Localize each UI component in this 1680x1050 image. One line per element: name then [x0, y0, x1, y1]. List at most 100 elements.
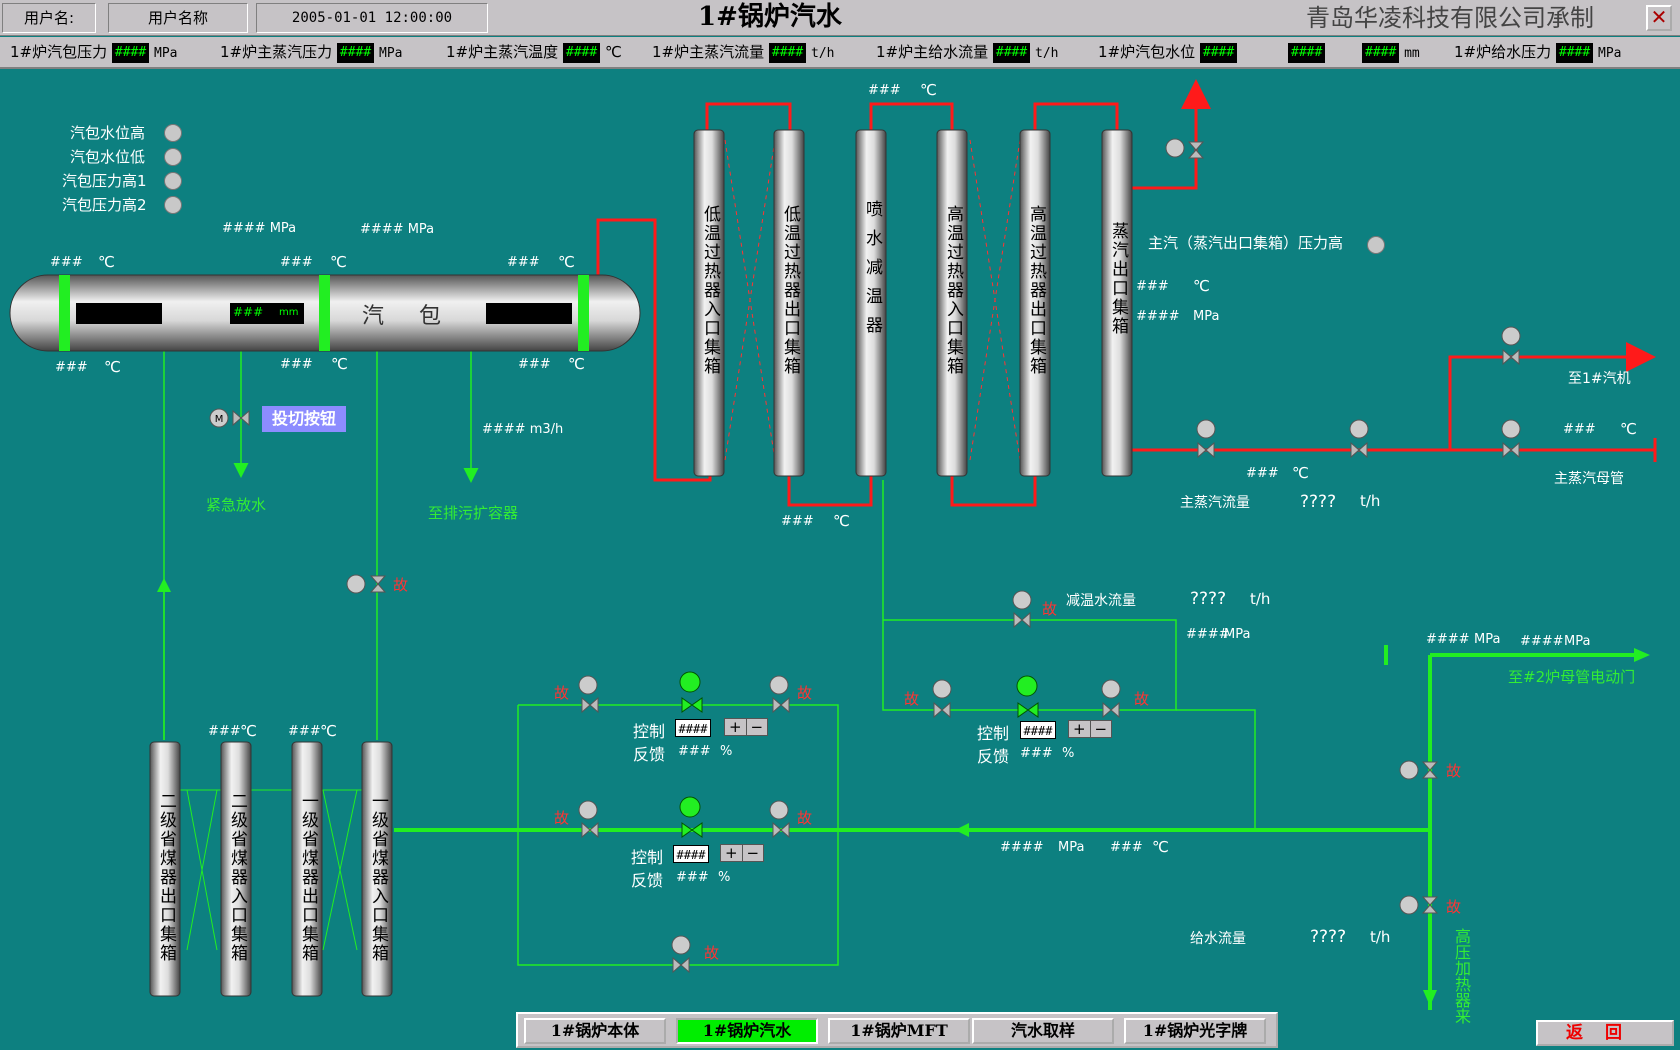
- drum-temp: ###: [507, 255, 540, 270]
- feedback-value: ###: [676, 870, 709, 885]
- degc: ℃: [1292, 464, 1309, 482]
- tab-annunciator[interactable]: 1#锅炉光字牌: [1124, 1018, 1266, 1044]
- degc: ℃: [98, 253, 115, 271]
- tab-mft[interactable]: 1#锅炉MFT: [828, 1018, 970, 1044]
- main-steam-header-label: 主蒸汽母管: [1554, 471, 1624, 487]
- fault-indicator: 故: [554, 809, 570, 827]
- fault-indicator: 故: [797, 684, 813, 702]
- desuper-flow-value: ????: [1190, 589, 1227, 609]
- minus-button[interactable]: −: [1091, 721, 1112, 737]
- reading: ###: [781, 514, 814, 529]
- title-bar: 用户名: 用户名称 2005-01-01 12:00:00 1#锅炉汽水 青岛华…: [0, 0, 1680, 36]
- crossover-pressure: ####: [1426, 632, 1470, 647]
- feedback-value: ###: [1020, 746, 1053, 761]
- fault-indicator: 故: [1446, 762, 1462, 780]
- feedwater-pressure: ####: [1000, 840, 1044, 855]
- databar-item: 1#炉主蒸汽压力 #### MPa: [220, 42, 403, 63]
- databar-item: 1#炉主蒸汽温度 #### ℃: [446, 42, 622, 63]
- fault-indicator: 故: [554, 684, 570, 702]
- column-label: 喷水减温器: [862, 200, 882, 345]
- feedback-label: 反馈: [633, 745, 666, 764]
- alarm-lamp: [164, 124, 182, 142]
- back-button[interactable]: 返回: [1536, 1020, 1674, 1046]
- plus-button[interactable]: +: [721, 845, 743, 861]
- crossover-pressure: ####: [1520, 634, 1564, 649]
- main-steam-alarm-lamp: [1367, 236, 1385, 254]
- alarm-label: 汽包水位高: [70, 124, 146, 142]
- degc: ℃: [330, 253, 347, 271]
- plus-minus-control[interactable]: + −: [720, 844, 764, 862]
- alarm-label: 汽包压力高1: [62, 172, 147, 190]
- svg-text:M: M: [215, 414, 224, 425]
- mpa: MPa: [1193, 309, 1220, 324]
- user-label: 用户名:: [2, 3, 96, 33]
- feed-flow-value: ????: [1310, 927, 1347, 947]
- plus-minus-control[interactable]: + −: [724, 718, 768, 736]
- plus-button[interactable]: +: [1069, 721, 1091, 737]
- bottom-nav: 1#锅炉本体 1#锅炉汽水 1#锅炉MFT 汽水取样 1#锅炉光字牌: [516, 1012, 1278, 1048]
- alarm-label: 汽包水位低: [70, 148, 146, 166]
- databar-item: 1#炉给水压力 #### MPa: [1454, 42, 1622, 63]
- degc: ℃: [240, 722, 257, 740]
- feed-flow-label: 给水流量: [1190, 931, 1246, 947]
- hp-heater-label: 高压加热器来: [1452, 928, 1471, 1024]
- degc: ℃: [558, 253, 575, 271]
- emergency-drain-label: 紧急放水: [206, 496, 267, 514]
- feedback-label: 反馈: [631, 871, 664, 890]
- flow-unit: t/h: [1370, 928, 1391, 946]
- degc: ℃: [104, 358, 121, 376]
- datetime: 2005-01-01 12:00:00: [256, 3, 488, 33]
- drum-temp: ###: [50, 255, 83, 270]
- column-label: 一级省煤器出口集箱: [298, 792, 318, 963]
- feedwater-temp: ###: [1110, 840, 1143, 855]
- alarm-lamp: [164, 172, 182, 190]
- drum-pressure-right: #### MPa: [360, 222, 435, 237]
- control-input[interactable]: ####: [1020, 721, 1056, 739]
- drum-temp: ###: [518, 357, 551, 372]
- plus-minus-control[interactable]: + −: [1068, 720, 1112, 738]
- control-input[interactable]: ####: [673, 845, 709, 863]
- pct: %: [720, 744, 733, 759]
- main-steam-temp: ###: [1246, 466, 1279, 481]
- spray-temp: ###: [868, 83, 901, 98]
- tab-steam-water[interactable]: 1#锅炉汽水: [676, 1018, 818, 1044]
- pct: %: [718, 870, 731, 885]
- drum-pressure-left: #### MPa: [222, 221, 297, 236]
- minus-button[interactable]: −: [743, 845, 764, 861]
- alarm-lamp: [164, 196, 182, 214]
- databar-item: #### mm: [1362, 37, 1420, 67]
- fault-indicator: 故: [393, 576, 409, 594]
- close-button[interactable]: ✕: [1646, 5, 1672, 31]
- process-diagram: M: [9, 79, 1657, 1010]
- drum-display-left: [76, 303, 162, 324]
- databar-item: 1#炉汽包水位 ####: [1098, 37, 1238, 67]
- degc: ℃: [1193, 277, 1210, 295]
- tab-boiler-body[interactable]: 1#锅炉本体: [524, 1018, 666, 1044]
- mpa: MPa: [1224, 627, 1251, 642]
- plus-button[interactable]: +: [725, 719, 747, 735]
- page-title: 1#锅炉汽水: [698, 2, 842, 32]
- degc: ℃: [1152, 838, 1169, 856]
- control-label: 控制: [631, 848, 664, 867]
- degc: ℃: [833, 512, 850, 530]
- user-name: 用户名称: [108, 3, 248, 33]
- databar-item: 1#炉主蒸汽流量 #### t/h: [652, 42, 835, 63]
- superheater-columns: [693, 129, 1133, 477]
- mpa: MPa: [1474, 632, 1501, 647]
- column-label: 一级省煤器入口集箱: [368, 792, 388, 963]
- databar-item: 1#炉主给水流量 #### t/h: [876, 42, 1059, 63]
- degc: ℃: [920, 81, 937, 99]
- column-label: 二级省煤器出口集箱: [156, 792, 176, 963]
- feedback-value: ###: [678, 744, 711, 759]
- toggle-button[interactable]: 投切按钮: [262, 406, 346, 432]
- fault-indicator: 故: [797, 809, 813, 827]
- blowdown-flow: #### m3/h: [482, 422, 564, 437]
- tab-sampling[interactable]: 汽水取样: [972, 1018, 1114, 1044]
- flow-unit: t/h: [1250, 590, 1271, 608]
- eco-temp: ###: [288, 724, 321, 739]
- company-name: 青岛华凌科技有限公司承制: [1306, 4, 1594, 32]
- column-label: 高温过热器入口集箱: [943, 205, 963, 376]
- control-input[interactable]: ####: [675, 719, 711, 737]
- column-label: 低温过热器出口集箱: [780, 205, 800, 376]
- minus-button[interactable]: −: [747, 719, 768, 735]
